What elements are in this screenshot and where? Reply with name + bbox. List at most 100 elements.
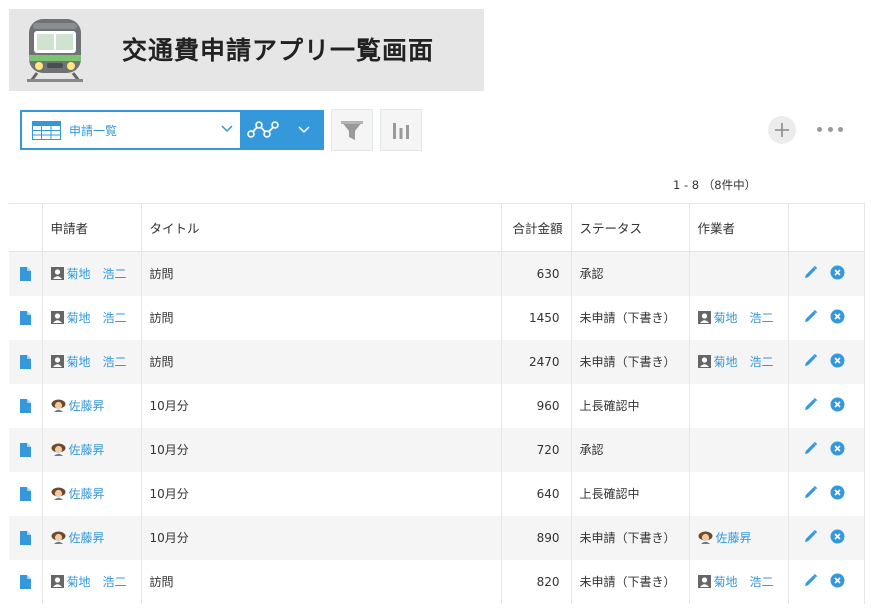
document-icon[interactable] — [19, 574, 31, 589]
amount-cell: 720 — [500, 427, 571, 472]
applicant-cell: 菊地 浩二 — [41, 559, 141, 604]
header-actions-column — [787, 203, 865, 252]
document-icon[interactable] — [19, 486, 31, 501]
applicant-cell: 佐藤昇 — [41, 427, 141, 472]
actions-cell — [787, 471, 865, 516]
column-header-title[interactable]: タイトル — [140, 203, 501, 252]
table-row[interactable]: 佐藤昇 10月分 640 上長確認中 — [9, 471, 865, 516]
column-header-amount[interactable]: 合計金額 — [500, 203, 571, 252]
graph-menu-button[interactable] — [244, 114, 322, 146]
close-circle-icon[interactable] — [830, 265, 845, 280]
worker-link[interactable]: 菊地 浩二 — [697, 353, 774, 370]
chart-button[interactable] — [380, 109, 422, 151]
pencil-icon[interactable] — [803, 573, 818, 588]
user-silhouette-avatar — [50, 574, 64, 588]
close-circle-icon[interactable] — [830, 441, 845, 456]
status-cell: 承認 — [570, 427, 689, 472]
title-cell: 訪問 — [140, 295, 501, 340]
close-circle-icon[interactable] — [830, 309, 845, 324]
title-cell: 10月分 — [140, 471, 501, 516]
actions-cell — [787, 251, 865, 296]
close-circle-icon[interactable] — [830, 353, 845, 368]
worker-name: 佐藤昇 — [715, 530, 752, 545]
close-circle-icon[interactable] — [830, 397, 845, 412]
applicant-cell: 菊地 浩二 — [41, 339, 141, 384]
amount-cell: 820 — [500, 559, 571, 604]
title-cell: 訪問 — [140, 339, 501, 384]
amount-cell: 2470 — [500, 339, 571, 384]
view-label: 申請一覧 — [69, 123, 118, 138]
amount-cell: 630 — [500, 251, 571, 296]
applicant-link[interactable]: 菊地 浩二 — [50, 265, 127, 282]
close-circle-icon[interactable] — [830, 573, 845, 588]
filter-button[interactable] — [331, 109, 373, 151]
close-circle-icon[interactable] — [830, 485, 845, 500]
pencil-icon[interactable] — [803, 529, 818, 544]
worker-link[interactable]: 菊地 浩二 — [697, 309, 774, 326]
applicant-cell: 佐藤昇 — [41, 515, 141, 560]
pencil-icon[interactable] — [803, 485, 818, 500]
worker-link[interactable]: 佐藤昇 — [698, 529, 752, 546]
pencil-icon[interactable] — [803, 353, 818, 368]
worker-link[interactable]: 菊地 浩二 — [697, 573, 774, 590]
worker-name: 菊地 浩二 — [713, 574, 774, 589]
document-icon[interactable] — [19, 442, 31, 457]
document-icon[interactable] — [19, 310, 31, 325]
detail-cell — [9, 515, 42, 560]
status-cell: 未申請（下書き） — [570, 339, 689, 384]
status-cell: 未申請（下書き） — [570, 515, 689, 560]
title-cell: 10月分 — [140, 427, 501, 472]
column-header-applicant[interactable]: 申請者 — [41, 203, 141, 252]
user-photo-avatar — [51, 443, 65, 456]
status-cell: 未申請（下書き） — [570, 559, 689, 604]
pencil-icon[interactable] — [803, 441, 818, 456]
applicant-link[interactable]: 佐藤昇 — [51, 397, 105, 414]
close-circle-icon[interactable] — [830, 529, 845, 544]
title-cell: 訪問 — [140, 251, 501, 296]
table-row[interactable]: 菊地 浩二 訪問 630 承認 — [9, 251, 865, 296]
applicant-link[interactable]: 佐藤昇 — [51, 485, 105, 502]
actions-cell — [787, 427, 865, 472]
add-record-button[interactable] — [768, 116, 796, 144]
applicant-link[interactable]: 菊地 浩二 — [50, 353, 127, 370]
ellipsis-icon — [817, 126, 822, 132]
column-header-status[interactable]: ステータス — [570, 203, 689, 252]
applicant-cell: 菊地 浩二 — [41, 295, 141, 340]
worker-cell: 佐藤昇 — [688, 515, 788, 560]
actions-cell — [787, 559, 865, 604]
view-selector[interactable]: 申請一覧 — [22, 112, 240, 148]
user-photo-avatar — [698, 531, 712, 544]
title-cell: 10月分 — [140, 515, 501, 560]
user-silhouette-avatar — [50, 354, 64, 368]
applicant-link[interactable]: 佐藤昇 — [51, 529, 105, 546]
actions-cell — [787, 339, 865, 384]
document-icon[interactable] — [19, 530, 31, 545]
user-photo-avatar — [51, 487, 65, 500]
table-row[interactable]: 菊地 浩二 訪問 1450 未申請（下書き） 菊地 浩二 — [9, 295, 865, 340]
applicant-name: 菊地 浩二 — [66, 310, 127, 325]
status-cell: 上長確認中 — [570, 471, 689, 516]
table-row[interactable]: 菊地 浩二 訪問 820 未申請（下書き） 菊地 浩二 — [9, 559, 865, 604]
pencil-icon[interactable] — [803, 265, 818, 280]
document-icon[interactable] — [19, 354, 31, 369]
column-header-worker[interactable]: 作業者 — [688, 203, 788, 252]
table-row[interactable]: 佐藤昇 10月分 720 承認 — [9, 427, 865, 472]
table-header-row: 申請者 タイトル 合計金額 ステータス 作業者 — [9, 203, 865, 252]
detail-cell — [9, 296, 42, 340]
applicant-link[interactable]: 菊地 浩二 — [50, 573, 127, 590]
pencil-icon[interactable] — [803, 397, 818, 412]
table-row[interactable]: 佐藤昇 10月分 890 未申請（下書き） 佐藤昇 — [9, 515, 865, 560]
table-row[interactable]: 菊地 浩二 訪問 2470 未申請（下書き） 菊地 浩二 — [9, 339, 865, 384]
document-icon[interactable] — [19, 398, 31, 413]
applicant-link[interactable]: 菊地 浩二 — [50, 309, 127, 326]
applicant-link[interactable]: 佐藤昇 — [51, 441, 105, 458]
pencil-icon[interactable] — [803, 309, 818, 324]
app-header: 交通費申請アプリ一覧画面 — [9, 9, 484, 91]
more-options-button[interactable] — [817, 121, 843, 137]
detail-cell — [9, 427, 42, 472]
table-row[interactable]: 佐藤昇 10月分 960 上長確認中 — [9, 383, 865, 428]
actions-cell — [787, 295, 865, 340]
worker-name: 菊地 浩二 — [713, 354, 774, 369]
document-icon[interactable] — [19, 267, 31, 281]
worker-cell — [688, 427, 788, 472]
